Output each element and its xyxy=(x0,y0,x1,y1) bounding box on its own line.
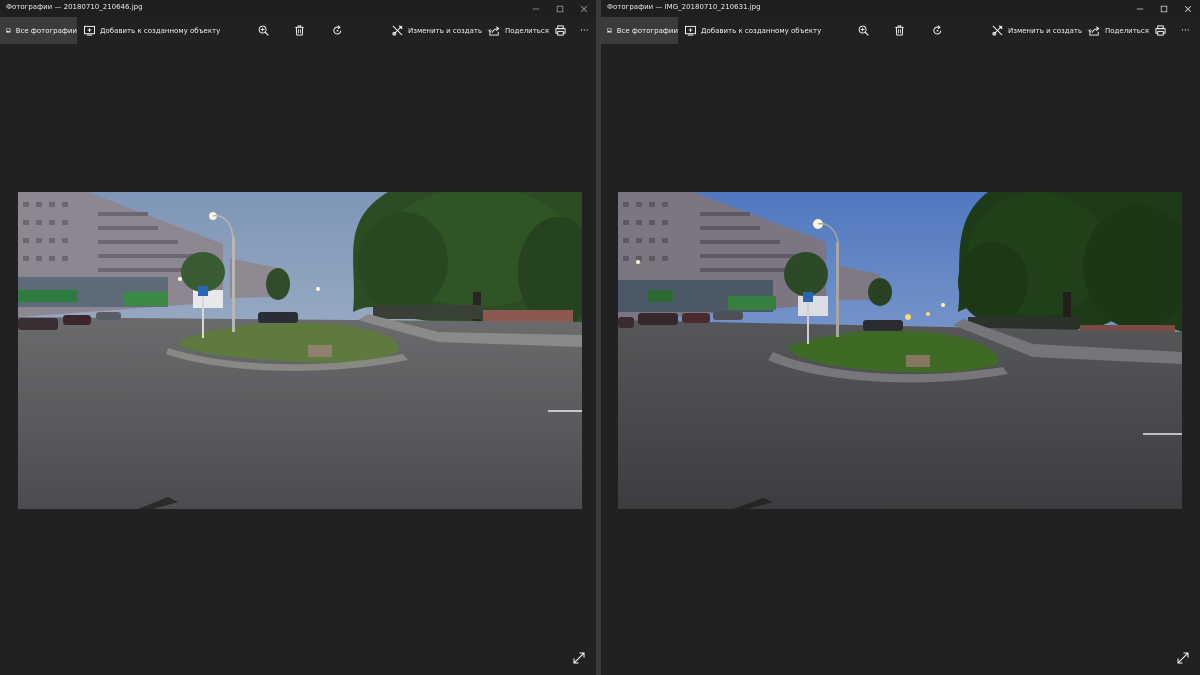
fullscreen-button[interactable] xyxy=(1176,651,1190,665)
all-photos-label: Все фотографии xyxy=(616,26,678,35)
edit-create-label: Изменить и создать xyxy=(1008,26,1083,35)
more-button[interactable]: ··· xyxy=(580,17,589,44)
add-to-creation-label: Добавить к созданному объекту xyxy=(100,26,221,35)
maximize-icon xyxy=(1160,5,1168,12)
print-icon xyxy=(1154,25,1166,36)
photo-image xyxy=(618,192,1182,509)
edit-create-icon xyxy=(392,25,403,36)
add-to-creation-icon xyxy=(685,25,696,36)
zoom-icon xyxy=(258,25,269,36)
more-icon: ··· xyxy=(1181,25,1190,36)
add-to-creation-button[interactable]: Добавить к созданному объекту xyxy=(685,17,821,44)
delete-button[interactable] xyxy=(889,17,909,44)
minimize-button[interactable] xyxy=(1128,0,1152,17)
add-to-creation-icon xyxy=(84,25,95,36)
maximize-icon xyxy=(556,5,564,12)
all-photos-label: Все фотографии xyxy=(15,26,77,35)
more-button[interactable]: ··· xyxy=(1181,17,1190,44)
share-button[interactable]: Поделиться xyxy=(1089,17,1149,44)
edit-create-button[interactable]: Изменить и создать xyxy=(992,17,1093,44)
print-button[interactable] xyxy=(1150,17,1170,44)
fullscreen-button[interactable] xyxy=(572,651,586,665)
window-title: Фотографии — IMG_20180710_210631.jpg xyxy=(607,3,761,11)
add-to-creation-label: Добавить к созданному объекту xyxy=(701,26,822,35)
rotate-button[interactable] xyxy=(927,17,947,44)
caption-buttons xyxy=(1128,0,1200,17)
image-icon xyxy=(607,28,612,33)
photo-image xyxy=(18,192,582,509)
title-bar[interactable]: Фотографии — IMG_20180710_210631.jpg xyxy=(601,0,1200,17)
zoom-button[interactable] xyxy=(253,17,273,44)
title-bar[interactable]: Фотографии — 20180710_210646.jpg xyxy=(0,0,596,17)
maximize-button[interactable] xyxy=(1152,0,1176,17)
photos-window-left: Фотографии — 20180710_210646.jpg Все фот… xyxy=(0,0,596,675)
delete-button[interactable] xyxy=(289,17,309,44)
minimize-button[interactable] xyxy=(524,0,548,17)
minimize-icon xyxy=(1136,8,1144,9)
share-button[interactable]: Поделиться xyxy=(489,17,549,44)
all-photos-button[interactable]: Все фотографии xyxy=(0,17,77,44)
rotate-button[interactable] xyxy=(327,17,347,44)
close-icon xyxy=(580,5,588,12)
edit-create-label: Изменить и создать xyxy=(408,26,483,35)
share-label: Поделиться xyxy=(505,26,549,35)
delete-icon xyxy=(894,25,904,36)
window-title: Фотографии — 20180710_210646.jpg xyxy=(6,3,143,11)
rotate-icon xyxy=(332,25,341,35)
share-label: Поделиться xyxy=(1105,26,1149,35)
all-photos-button[interactable]: Все фотографии xyxy=(601,17,678,44)
print-icon xyxy=(554,25,566,36)
photos-window-right: Фотографии — IMG_20180710_210631.jpg Все… xyxy=(601,0,1200,675)
toolbar: Все фотографии Добавить к созданному объ… xyxy=(601,17,1200,44)
more-icon: ··· xyxy=(580,25,589,36)
toolbar: Все фотографии Добавить к созданному объ… xyxy=(0,17,596,44)
image-icon xyxy=(6,28,11,33)
delete-icon xyxy=(294,25,304,36)
share-icon xyxy=(489,26,500,36)
edit-create-button[interactable]: Изменить и создать xyxy=(392,17,493,44)
zoom-button[interactable] xyxy=(853,17,873,44)
close-button[interactable] xyxy=(1176,0,1200,17)
fullscreen-icon xyxy=(573,652,585,664)
close-button[interactable] xyxy=(572,0,596,17)
fullscreen-icon xyxy=(1177,652,1189,664)
minimize-icon xyxy=(532,8,540,9)
photo-view[interactable] xyxy=(618,192,1182,509)
close-icon xyxy=(1184,5,1192,12)
rotate-icon xyxy=(932,25,941,35)
maximize-button[interactable] xyxy=(548,0,572,17)
caption-buttons xyxy=(524,0,596,17)
print-button[interactable] xyxy=(550,17,570,44)
share-icon xyxy=(1089,26,1100,36)
edit-create-icon xyxy=(992,25,1003,36)
zoom-icon xyxy=(858,25,869,36)
photo-view[interactable] xyxy=(18,192,582,509)
add-to-creation-button[interactable]: Добавить к созданному объекту xyxy=(84,17,220,44)
